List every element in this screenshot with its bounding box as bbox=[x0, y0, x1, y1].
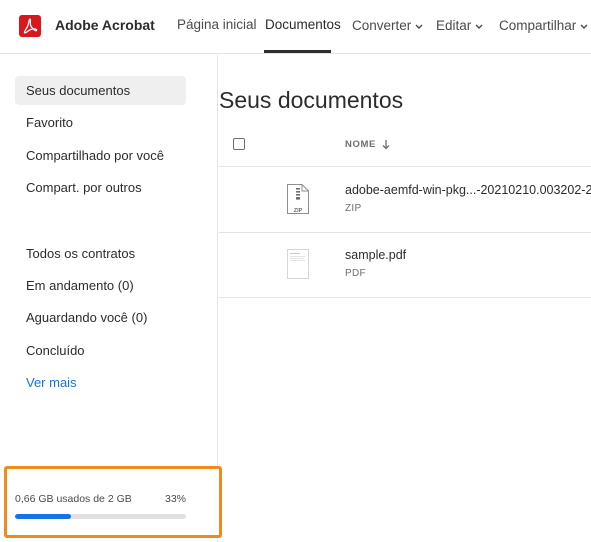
column-header-name[interactable]: NOME bbox=[345, 139, 376, 150]
storage-progress-bar bbox=[15, 514, 186, 519]
table-row[interactable]: sample.pdf PDF bbox=[219, 233, 591, 298]
select-all-checkbox[interactable] bbox=[233, 138, 245, 150]
nav-label: Editar bbox=[436, 18, 472, 33]
page-title: Seus documentos bbox=[219, 87, 404, 113]
storage-usage-percent: 33% bbox=[164, 493, 186, 505]
pdf-thumbnail-icon bbox=[286, 248, 310, 280]
chevron-down-icon bbox=[580, 17, 588, 32]
table-header: NOME bbox=[219, 125, 591, 167]
arrow-down-icon[interactable] bbox=[382, 137, 390, 155]
ver-mais-link[interactable]: Ver mais bbox=[15, 368, 186, 397]
storage-usage-text: 0,66 GB usados de 2 GB bbox=[15, 493, 132, 505]
file-type: ZIP bbox=[345, 203, 362, 214]
file-type: PDF bbox=[345, 268, 366, 279]
storage-usage-panel: 0,66 GB usados de 2 GB 33% bbox=[4, 466, 222, 538]
sidebar-item-favorito[interactable]: Favorito bbox=[15, 108, 186, 137]
nav-editar[interactable]: Editar bbox=[436, 17, 483, 33]
nav-label: Converter bbox=[352, 18, 412, 33]
zip-icon-label: ZIP bbox=[293, 208, 303, 214]
nav-pagina-inicial[interactable]: Página inicial bbox=[177, 17, 257, 32]
sidebar-item-compartilhado-por-voce[interactable]: Compartilhado por você bbox=[15, 141, 186, 170]
nav-documentos[interactable]: Documentos bbox=[265, 17, 341, 32]
nav-label: Página inicial bbox=[177, 17, 257, 32]
nav-label: Compartilhar bbox=[499, 18, 577, 33]
storage-progress-fill bbox=[15, 514, 72, 519]
sidebar-item-em-andamento[interactable]: Em andamento (0) bbox=[15, 271, 186, 300]
sidebar-item-aguardando-voce[interactable]: Aguardando você (0) bbox=[15, 303, 186, 332]
nav-compartilhar[interactable]: Compartilhar bbox=[499, 17, 588, 33]
nav-converter[interactable]: Converter bbox=[352, 17, 423, 33]
main-content: Seus documentos NOME ZIP adobe-aemfd-win… bbox=[219, 55, 591, 542]
sidebar-item-seus-documentos[interactable]: Seus documentos bbox=[15, 76, 186, 105]
active-tab-indicator bbox=[264, 50, 331, 53]
file-name[interactable]: adobe-aemfd-win-pkg...-20210210.003202-2… bbox=[345, 183, 591, 197]
top-navigation-bar: Adobe Acrobat Página inicial Documentos … bbox=[0, 0, 591, 54]
sidebar-item-compart-por-outros[interactable]: Compart. por outros bbox=[15, 173, 186, 202]
sidebar-item-concluido[interactable]: Concluído bbox=[15, 336, 186, 365]
file-name[interactable]: sample.pdf bbox=[345, 248, 406, 262]
nav-label: Documentos bbox=[265, 17, 341, 32]
sidebar-item-todos-os-contratos[interactable]: Todos os contratos bbox=[15, 239, 186, 268]
acrobat-logo-icon[interactable] bbox=[19, 15, 41, 37]
table-row[interactable]: ZIP adobe-aemfd-win-pkg...-20210210.0032… bbox=[219, 168, 591, 233]
brand-name[interactable]: Adobe Acrobat bbox=[55, 17, 155, 33]
chevron-down-icon bbox=[475, 17, 483, 32]
chevron-down-icon bbox=[415, 17, 423, 32]
